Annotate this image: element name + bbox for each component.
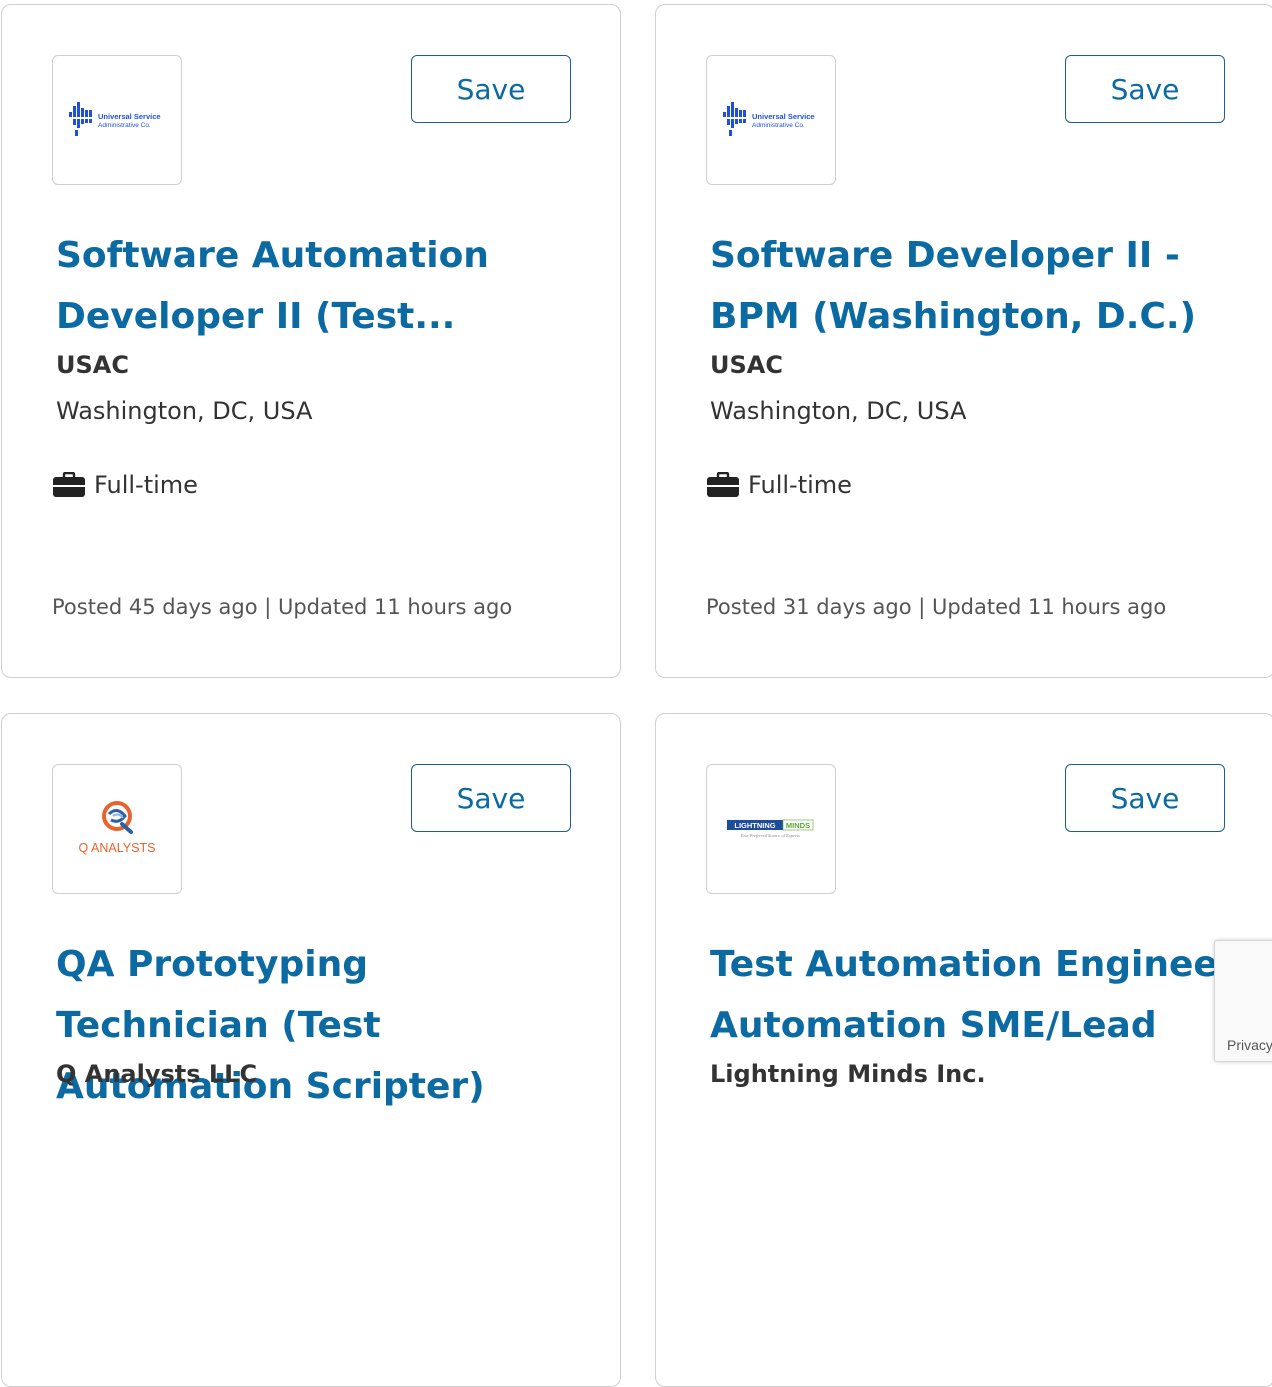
q-analysts-logo-icon: Q ANALYSTS	[79, 801, 156, 855]
svg-text:Administrative Co.: Administrative Co.	[98, 122, 151, 129]
company-name: USAC	[56, 351, 129, 379]
save-button[interactable]: Save	[411, 764, 571, 832]
job-title-link[interactable]: Test Automation Engineer Automation SME/…	[710, 934, 1240, 1056]
job-card[interactable]: Q ANALYSTS Save QA Prototyping Technicia…	[1, 713, 621, 1387]
posted-date: Posted 31 days ago | Updated 11 hours ag…	[706, 595, 1167, 619]
svg-text:LIGHTNING: LIGHTNING	[734, 821, 775, 830]
job-card[interactable]: Universal Service Administrative Co. Sav…	[655, 4, 1272, 678]
company-name: Lightning Minds Inc.	[710, 1060, 986, 1088]
job-type: Full-time	[706, 471, 852, 499]
briefcase-icon	[53, 472, 85, 497]
company-logo[interactable]: Universal Service Administrative Co.	[52, 55, 182, 185]
job-location: Washington, DC, USA	[710, 397, 967, 425]
svg-text:Your Preferred Source of Exper: Your Preferred Source of Experts	[740, 833, 800, 838]
save-button[interactable]: Save	[1065, 764, 1225, 832]
svg-text:Universal Service: Universal Service	[752, 112, 815, 121]
company-logo[interactable]: Q ANALYSTS	[52, 764, 182, 894]
job-title-link[interactable]: Software Automation Developer II (Test..…	[56, 225, 586, 347]
job-type-label: Full-time	[748, 471, 852, 499]
job-type: Full-time	[52, 471, 198, 499]
usac-logo-icon: Universal Service Administrative Co.	[69, 102, 161, 136]
job-card[interactable]: LIGHTNING MINDS Your Preferred Source of…	[655, 713, 1272, 1387]
svg-text:Q ANALYSTS: Q ANALYSTS	[79, 841, 156, 855]
company-name: USAC	[710, 351, 783, 379]
job-title-link[interactable]: QA Prototyping Technician (Test Automati…	[56, 934, 586, 1117]
company-name: Q Analysts LLC	[56, 1060, 258, 1088]
svg-text:Universal Service: Universal Service	[98, 112, 161, 121]
job-title-link[interactable]: Software Developer II - BPM (Washington,…	[710, 225, 1240, 347]
lightning-minds-logo-icon: LIGHTNING MINDS Your Preferred Source of…	[727, 819, 814, 838]
briefcase-icon	[707, 472, 739, 497]
recaptcha-badge[interactable]: Privacy	[1214, 940, 1272, 1062]
save-button[interactable]: Save	[1065, 55, 1225, 123]
company-logo[interactable]: LIGHTNING MINDS Your Preferred Source of…	[706, 764, 836, 894]
usac-logo-icon: Universal Service Administrative Co.	[723, 102, 815, 136]
svg-text:MINDS: MINDS	[786, 821, 810, 830]
svg-text:Administrative Co.: Administrative Co.	[752, 122, 805, 129]
save-button[interactable]: Save	[411, 55, 571, 123]
job-type-label: Full-time	[94, 471, 198, 499]
job-location: Washington, DC, USA	[56, 397, 313, 425]
posted-date: Posted 45 days ago | Updated 11 hours ag…	[52, 595, 513, 619]
job-card[interactable]: Universal Service Administrative Co. Sav…	[1, 4, 621, 678]
company-logo[interactable]: Universal Service Administrative Co.	[706, 55, 836, 185]
recaptcha-privacy-link[interactable]: Privacy	[1227, 1037, 1272, 1053]
